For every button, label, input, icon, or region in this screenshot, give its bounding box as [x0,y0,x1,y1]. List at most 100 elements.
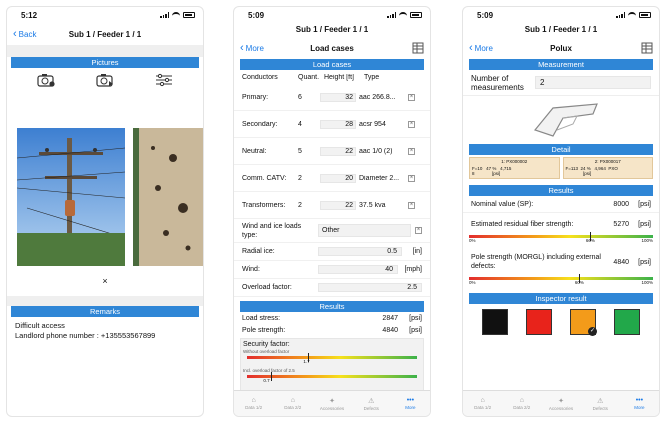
status-bar: 5:12 [7,7,203,23]
tab-more[interactable]: ••• More [620,391,659,416]
result-orange-option[interactable]: ✓ [570,309,597,336]
overload-row[interactable]: Overload factor: 2.5 [234,279,430,297]
signal-icon [616,12,625,18]
inspector-header: Inspector result [469,293,653,304]
measurement-header: Measurement [469,59,653,70]
wind-row[interactable]: Wind: 40 [mph] [234,261,430,279]
status-time: 5:12 [21,10,38,20]
conductors-table: Primary: 6 32 aac 266.8... × Secondary: … [234,84,430,219]
status-bar: 5:09 [234,7,430,23]
tab-more[interactable]: ••• More [391,391,430,416]
wifi-icon [628,12,636,18]
measurements-row[interactable]: Number of measurements 2 [463,70,659,96]
status-bar: 5:09 [463,7,659,23]
results-header: Results [469,185,653,196]
wifi-icon [172,12,180,18]
clear-icon[interactable]: × [415,227,422,234]
signal-icon [387,12,396,18]
tab-bar: ⌂ Data 1/2 ⌂ Data 2/2 ✦ Accessories ⚠ Defect… [463,390,659,416]
load-stress-row: Load stress: 2847 [psi] [242,314,422,322]
list-settings-icon[interactable] [155,73,173,87]
chevron-left-icon: ‹ [240,41,244,54]
chevron-left-icon: ‹ [13,27,17,40]
table-row[interactable]: Transformers: 2 22 37.5 kva × [234,192,430,219]
tab-data-2[interactable]: ⌂ Data 2/2 [502,391,541,416]
database-icon[interactable] [641,42,653,54]
clear-icon[interactable]: × [408,93,415,101]
clear-icon[interactable]: × [408,174,415,182]
polux-device-icon [463,96,659,144]
security-factor-panel: Security factor: Without overload factor… [240,338,424,396]
wind-type-row[interactable]: Wind and ice loads type: Other × [234,219,430,243]
pictures-header: Pictures [11,57,199,68]
measurement-card[interactable]: 2: PX000017 F=113 24 % 4,964 PXO [psi] [562,157,653,179]
more-icon: ••• [635,397,644,404]
nav-bar: ‹ Back Sub 1 / Feeder 1 / 1 [7,23,203,45]
inspector-result-options: ✓ [463,304,659,336]
tab-defects[interactable]: ⚠ Defects [352,391,391,416]
tab-accessories[interactable]: ✦ Accessories [541,391,580,416]
tag-icon: ⌂ [251,397,256,404]
pole-strength-row: Pole strength: 4840 [psi] [242,326,422,334]
status-time: 5:09 [477,10,494,20]
camera-video-icon[interactable] [96,73,114,87]
tab-data-1[interactable]: ⌂ Data 1/2 [463,391,502,416]
close-icon[interactable]: × [7,266,203,296]
morgl-row: Pole strength (MORGL) including external… [471,254,651,270]
back-button[interactable]: ‹ Back [13,27,36,40]
measurement-card[interactable]: 1: PX000002 F=10 47 % 4,715 8 [psi] [469,157,560,179]
defects-icon: ⚠ [597,397,604,405]
radial-ice-row[interactable]: Radial ice: 0.5 [in] [234,243,430,261]
tab-data-2[interactable]: ⌂ Data 2/2 [273,391,312,416]
nav-bar: ‹ More Load cases [234,37,430,59]
nav-bar: ‹ More Polux [463,37,659,59]
detail-panel: 1: PX000002 F=10 47 % 4,715 8 [psi] 2: P… [469,157,653,179]
picture-gallery [7,128,203,266]
tab-defects[interactable]: ⚠ Defects [581,391,620,416]
status-time: 5:09 [248,10,265,20]
screen-polux: 5:09 Sub 1 / Feeder 1 / 1 ‹ More Polux Me… [462,6,660,417]
tab-accessories[interactable]: ✦ Accessories [312,391,351,416]
breadcrumb: Sub 1 / Feeder 1 / 1 [524,25,598,34]
table-row[interactable]: Comm. CATV: 2 20 Diameter 2... × [234,165,430,192]
back-button[interactable]: ‹ More [469,41,493,54]
detail-header: Detail [469,144,653,155]
wifi-icon [399,12,407,18]
back-button[interactable]: ‹ More [240,41,264,54]
signal-icon [160,12,169,18]
battery-icon [639,12,651,18]
results-header: Results [240,301,424,312]
remarks-text[interactable]: Difficult access Landlord phone number :… [7,317,203,345]
result-red-option[interactable] [526,309,552,335]
clear-icon[interactable]: × [408,147,415,155]
clear-icon[interactable]: × [408,120,415,128]
tab-data-1[interactable]: ⌂ Data 1/2 [234,391,273,416]
remarks-header: Remarks [11,306,199,317]
battery-icon [183,12,195,18]
more-icon: ••• [406,397,415,404]
accessories-icon: ✦ [558,397,564,405]
camera-info-icon[interactable] [37,73,55,87]
pole-closeup-photo[interactable] [133,128,203,266]
tag-icon: ⌂ [480,397,485,404]
table-row[interactable]: Neutral: 5 22 aac 1/0 (2) × [234,138,430,165]
screen-load-cases: 5:09 Sub 1 / Feeder 1 / 1 ‹ More Load cas… [233,6,431,417]
check-icon: ✓ [588,327,597,336]
clear-icon[interactable]: × [408,201,415,209]
table-row[interactable]: Secondary: 4 28 acsr 954 × [234,111,430,138]
tab-bar: ⌂ Data 1/2 ⌂ Data 2/2 ✦ Accessories ⚠ Defect… [234,390,430,416]
database-icon[interactable] [412,42,424,54]
chevron-left-icon: ‹ [469,41,473,54]
nominal-row: Nominal value (SP): 8000 [psi] [463,196,659,213]
picture-toolbar [7,68,203,92]
tag-icon: ⌂ [290,397,295,404]
table-row[interactable]: Primary: 6 32 aac 266.8... × [234,84,430,111]
screen-pictures: 5:12 ‹ Back Sub 1 / Feeder 1 / 1 Pictures [6,6,204,417]
battery-icon [410,12,422,18]
result-black-option[interactable] [482,309,508,335]
breadcrumb: Sub 1 / Feeder 1 / 1 [295,25,369,34]
residual-row: Estimated residual fiber strength: 5270 … [471,220,651,228]
utility-pole-photo[interactable] [17,128,125,266]
result-green-option[interactable] [614,309,640,335]
load-cases-header: Load cases [240,59,424,70]
